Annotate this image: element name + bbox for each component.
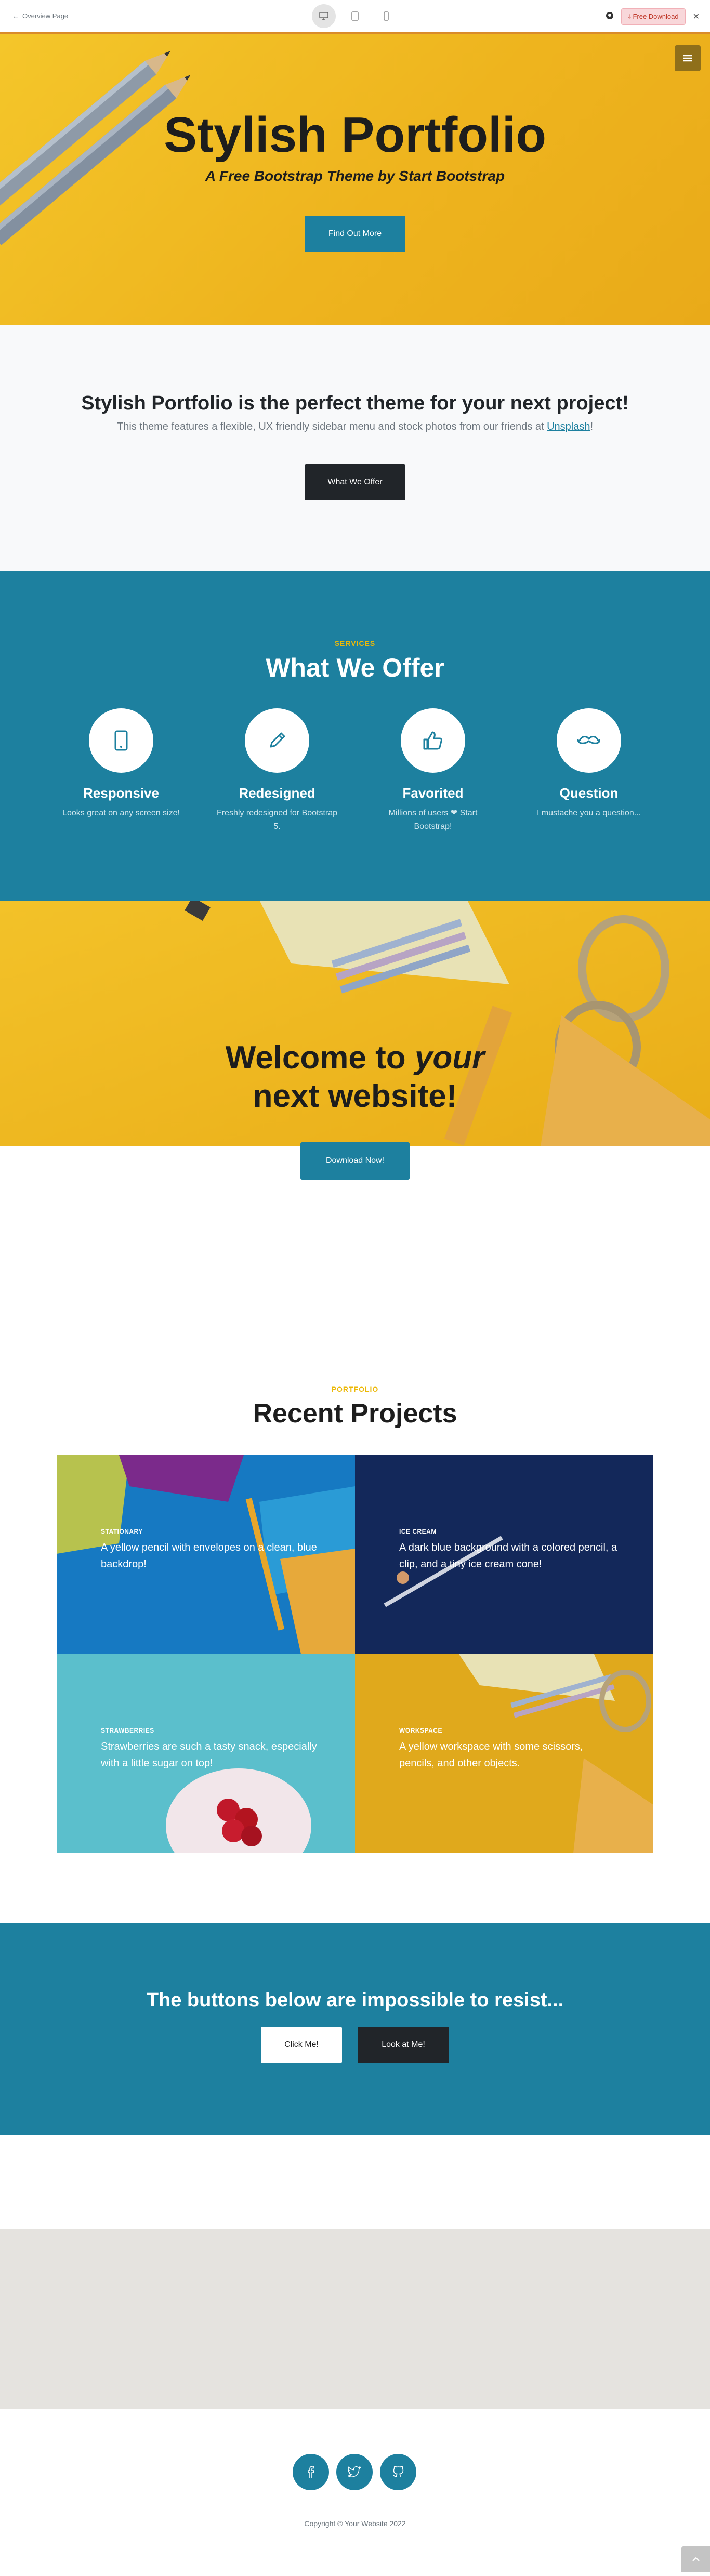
find-out-more-button[interactable]: Find Out More (305, 216, 405, 252)
about-section: Stylish Portfolio is the perfect theme f… (0, 325, 710, 571)
chevron-up-icon (692, 2557, 700, 2561)
portfolio-item-strawberries[interactable]: STRAWBERRIES Strawberries are such a tas… (57, 1654, 355, 1853)
scroll-to-top-button[interactable] (681, 2546, 710, 2572)
portfolio-item-stationary[interactable]: STATIONARY A yellow pencil with envelope… (57, 1455, 355, 1654)
github-icon[interactable] (606, 11, 614, 22)
about-heading: Stylish Portfolio is the perfect theme f… (81, 392, 629, 414)
service-icon-circle (557, 708, 621, 773)
unsplash-link[interactable]: Unsplash (547, 421, 590, 432)
thumbs-up-icon (423, 731, 442, 750)
portfolio-caption: ICE CREAM A dark blue background with a … (399, 1528, 617, 1573)
twitter-button[interactable] (336, 2454, 373, 2490)
portfolio-caption: WORKSPACE A yellow workspace with some s… (399, 1727, 617, 1772)
facebook-button[interactable] (293, 2454, 329, 2490)
mustache-icon (577, 736, 600, 744)
services-section: SERVICES What We Offer Responsive Looks … (0, 571, 710, 901)
social-links (293, 2454, 416, 2490)
service-text: Freshly redesigned for Bootstrap 5. (216, 809, 338, 831)
callout-section: Welcome to your next website! (0, 901, 710, 1146)
service-text: Millions of users ❤ Start Bootstrap! (388, 809, 478, 831)
portfolio-item-desc: Strawberries are such a tasty snack, esp… (101, 1741, 317, 1769)
map-placeholder[interactable] (0, 2229, 710, 2409)
desktop-icon (319, 12, 328, 20)
github-social-button[interactable] (380, 2454, 416, 2490)
service-icon-circle (245, 708, 309, 773)
service-text: I mustache you a question... (536, 809, 641, 817)
free-download-button[interactable]: ⤓ Free Download (621, 8, 686, 25)
menu-toggle-button[interactable] (675, 45, 701, 71)
portfolio-item-workspace[interactable]: WORKSPACE A yellow workspace with some s… (355, 1654, 653, 1853)
mobile-view-button[interactable] (374, 4, 398, 28)
facebook-icon (308, 2466, 314, 2478)
portfolio-caption: STATIONARY A yellow pencil with envelope… (101, 1528, 319, 1573)
phone-icon (114, 730, 128, 751)
tablet-icon (351, 11, 359, 21)
services-heading: What We Offer (266, 653, 444, 682)
service-icon-circle (89, 708, 153, 773)
about-text: This theme features a flexible, UX frien… (0, 421, 710, 433)
preview-toolbar: ← Overview Page ⤓ Free Download ✕ (0, 0, 710, 34)
portfolio-item-name: STATIONARY (101, 1528, 143, 1535)
callout-prefix: Welcome to (225, 1040, 415, 1076)
portfolio-eyebrow: PORTFOLIO (331, 1385, 379, 1393)
hero-subtitle: A Free Bootstrap Theme by Start Bootstra… (205, 168, 505, 184)
what-we-offer-button[interactable]: What We Offer (305, 464, 405, 500)
about-text-before: This theme features a flexible, UX frien… (116, 421, 547, 432)
toolbar-actions: ⤓ Free Download ✕ (606, 8, 700, 25)
hamburger-icon (683, 55, 692, 62)
portfolio-heading: Recent Projects (253, 1398, 457, 1429)
portfolio-item-name: WORKSPACE (399, 1727, 442, 1734)
github-icon (392, 2466, 404, 2477)
look-at-me-button[interactable]: Look at Me! (358, 2027, 449, 2063)
arrow-left-icon: ← (12, 12, 19, 20)
free-download-label: Free Download (633, 12, 679, 20)
tablet-view-button[interactable] (343, 4, 367, 28)
copyright-text: Copyright © Your Website 2022 (304, 2519, 406, 2528)
about-text-after: ! (590, 421, 594, 432)
portfolio-item-desc: A yellow pencil with envelopes on a clea… (101, 1542, 317, 1570)
portfolio-item-name: ICE CREAM (399, 1528, 437, 1535)
service-item: Question I mustache you a question... (511, 708, 667, 820)
service-text: Looks great on any screen size! (62, 809, 180, 817)
callout-heading: Welcome to your next website! (0, 1039, 710, 1116)
service-item: Redesigned Freshly redesigned for Bootst… (199, 708, 355, 833)
service-icon-circle (401, 708, 465, 773)
close-icon[interactable]: ✕ (693, 11, 700, 22)
service-item: Responsive Looks great on any screen siz… (43, 708, 199, 820)
click-me-button[interactable]: Click Me! (261, 2027, 342, 2063)
portfolio-item-desc: A dark blue background with a colored pe… (399, 1542, 617, 1570)
mobile-icon (384, 11, 389, 21)
desktop-view-button[interactable] (312, 4, 336, 28)
callout-line2: next website! (253, 1078, 457, 1115)
service-item: Favorited Millions of users ❤ Start Boot… (355, 708, 511, 833)
portfolio-item-ice-cream[interactable]: ICE CREAM A dark blue background with a … (355, 1455, 653, 1654)
device-switcher (312, 4, 398, 28)
service-title: Redesigned (239, 785, 315, 801)
callout-emphasis: your (414, 1040, 485, 1076)
download-now-button[interactable]: Download Now! (300, 1142, 410, 1180)
service-title: Favorited (402, 785, 464, 801)
portfolio-item-name: STRAWBERRIES (101, 1727, 154, 1734)
twitter-icon (348, 2466, 361, 2477)
services-eyebrow: SERVICES (334, 639, 376, 648)
cta-band-section: The buttons below are impossible to resi… (0, 1923, 710, 2135)
back-link-label: Overview Page (22, 12, 69, 20)
portfolio-item-desc: A yellow workspace with some scissors, p… (399, 1741, 583, 1769)
back-link[interactable]: ← Overview Page (12, 12, 68, 20)
portfolio-caption: STRAWBERRIES Strawberries are such a tas… (101, 1727, 319, 1772)
hero-section: Stylish Portfolio A Free Bootstrap Theme… (0, 34, 710, 325)
hero-title: Stylish Portfolio (163, 107, 547, 163)
pencil-icon (270, 732, 285, 748)
service-title: Responsive (83, 785, 159, 801)
cta-band-heading: The buttons below are impossible to resi… (146, 1989, 564, 2011)
service-title: Question (559, 785, 619, 801)
